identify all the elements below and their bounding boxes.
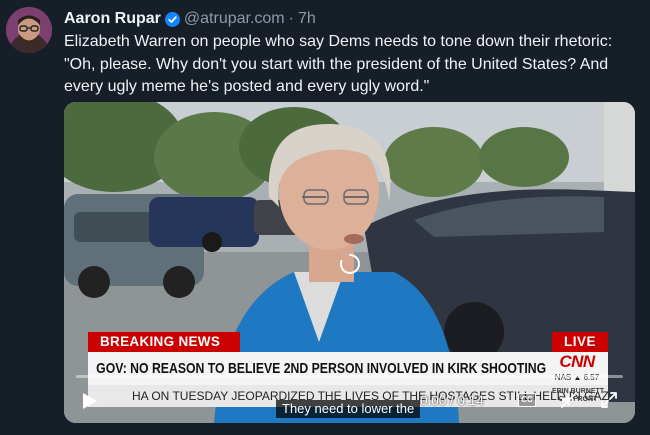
video-progress-bar[interactable]: [76, 375, 623, 378]
post: Aaron Rupar @atrupar.com · 7h Elizabeth …: [0, 0, 650, 435]
author-name[interactable]: Aaron Rupar: [64, 8, 161, 30]
chyron-headline: GOV: NO REASON TO BELIEVE 2ND PERSON INV…: [88, 352, 546, 385]
post-text: Elizabeth Warren on people who say Dems …: [64, 33, 613, 95]
network-logo-box: CNN NAS ▲ 6.57: [546, 352, 608, 385]
loading-spinner-icon: [340, 254, 360, 274]
fullscreen-icon[interactable]: [600, 391, 618, 409]
post-timestamp[interactable]: 7h: [298, 8, 316, 30]
breaking-news-label: BREAKING NEWS: [88, 332, 240, 352]
live-badge: LIVE: [552, 332, 608, 352]
video-player[interactable]: BREAKING NEWS LIVE GOV: NO REASON TO BEL…: [64, 102, 635, 423]
closed-caption-text: They need to lower the: [276, 400, 421, 418]
video-timecode: 0:00 / 0:14: [420, 393, 484, 408]
avatar[interactable]: [6, 7, 52, 53]
author-handle[interactable]: @atrupar.com: [184, 8, 285, 30]
cnn-logo: CNN: [559, 352, 595, 371]
post-header: Aaron Rupar @atrupar.com · 7h: [64, 8, 316, 30]
muted-speaker-icon[interactable]: [560, 391, 578, 409]
verified-check-icon: [164, 11, 180, 27]
show-name: ERIN BURNETT OUTFRONT: [551, 388, 605, 403]
closed-captions-button[interactable]: CC: [518, 393, 536, 407]
separator-dot: ·: [288, 10, 294, 27]
play-icon[interactable]: [78, 390, 100, 412]
